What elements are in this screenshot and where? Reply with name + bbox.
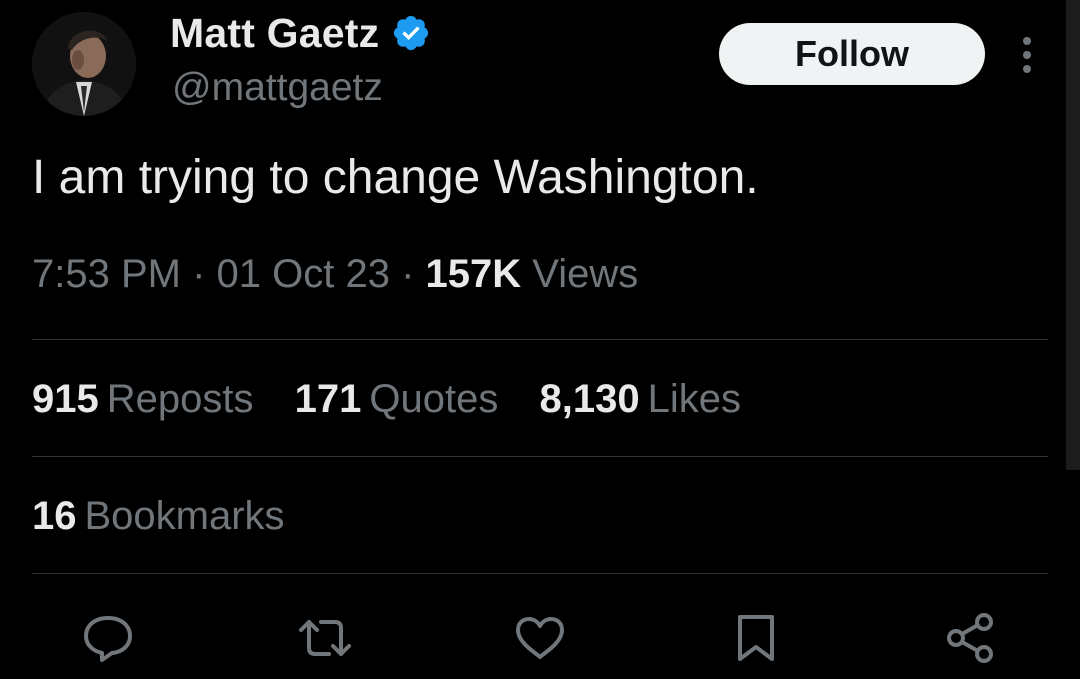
avatar[interactable] bbox=[32, 12, 136, 116]
quotes-count: 171 bbox=[294, 377, 362, 421]
follow-button[interactable]: Follow bbox=[719, 23, 985, 85]
divider bbox=[32, 573, 1048, 574]
author-name-row[interactable]: Matt Gaetz bbox=[170, 8, 431, 58]
divider bbox=[32, 339, 1048, 340]
meta-separator: · bbox=[389, 252, 426, 296]
like-icon[interactable] bbox=[512, 610, 568, 666]
author-handle[interactable]: @mattgaetz bbox=[172, 66, 383, 110]
likes-count: 8,130 bbox=[539, 377, 640, 421]
quotes-label: Quotes bbox=[369, 377, 499, 421]
more-vertical-icon[interactable] bbox=[1010, 36, 1044, 74]
divider bbox=[32, 456, 1048, 457]
reposts-stat[interactable]: 915 Reposts bbox=[32, 377, 254, 422]
bookmarks-stat[interactable]: 16 Bookmarks bbox=[32, 494, 285, 539]
reply-icon[interactable] bbox=[80, 610, 136, 666]
reposts-label: Reposts bbox=[106, 377, 254, 421]
bookmark-icon[interactable] bbox=[728, 610, 784, 666]
tweet-time[interactable]: 7:53 PM bbox=[32, 252, 181, 296]
tweet-date[interactable]: 01 Oct 23 bbox=[217, 252, 390, 296]
verified-badge-icon[interactable] bbox=[391, 13, 431, 53]
author-display-name[interactable]: Matt Gaetz bbox=[170, 10, 379, 57]
likes-label: Likes bbox=[647, 377, 741, 421]
tweet-meta: 7:53 PM · 01 Oct 23 · 157K Views bbox=[32, 252, 638, 297]
avatar-photo bbox=[32, 12, 136, 116]
bookmarks-count: 16 bbox=[32, 494, 77, 538]
views-count: 157K bbox=[425, 252, 522, 296]
likes-stat[interactable]: 8,130 Likes bbox=[539, 377, 741, 422]
reposts-count: 915 bbox=[32, 377, 99, 421]
quotes-stat[interactable]: 171 Quotes bbox=[295, 377, 499, 422]
views-label: Views bbox=[521, 252, 639, 296]
share-icon[interactable] bbox=[942, 610, 998, 666]
repost-icon[interactable] bbox=[297, 610, 353, 666]
engagement-stats: 915 Reposts 171 Quotes 8,130 Likes bbox=[32, 377, 771, 422]
bookmarks-label: Bookmarks bbox=[84, 494, 285, 538]
tweet-text: I am trying to change Washington. bbox=[32, 151, 759, 204]
meta-separator: · bbox=[180, 252, 217, 296]
scroll-edge bbox=[1066, 0, 1080, 470]
